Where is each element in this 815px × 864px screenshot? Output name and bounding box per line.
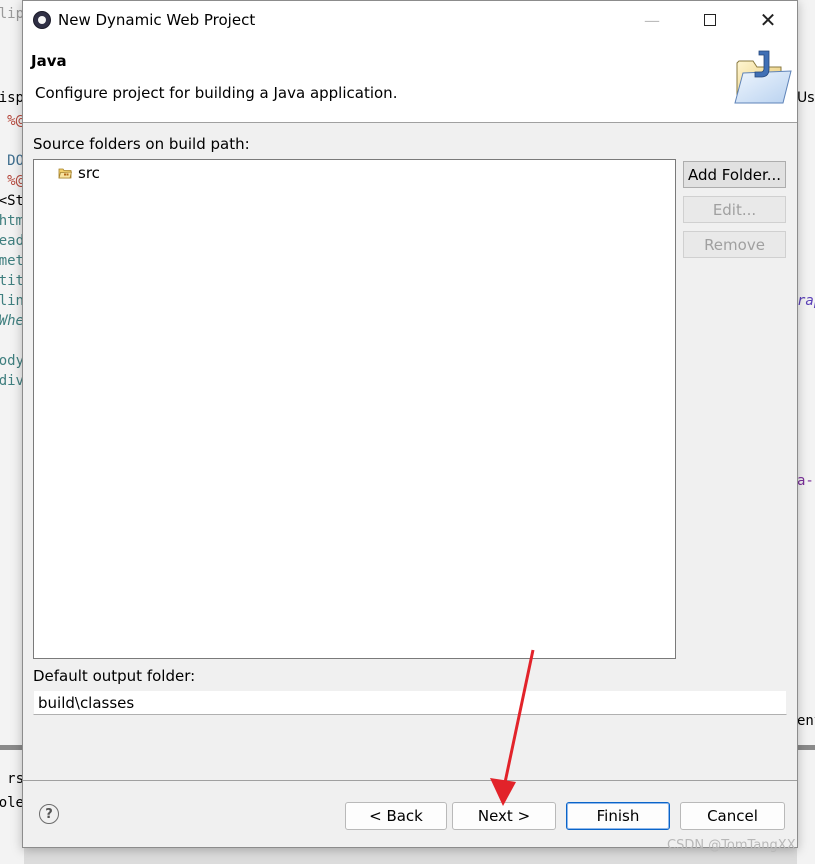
bg-fragment: rap [797, 293, 815, 309]
output-folder-label: Default output folder: [33, 667, 196, 685]
bg-fragment: Whe [0, 313, 24, 329]
cancel-button[interactable]: Cancel [680, 802, 785, 830]
output-folder-field[interactable]: build\classes [33, 690, 787, 715]
bg-fragment: div [0, 373, 24, 389]
bg-divider [797, 745, 815, 750]
bg-fragment: head [0, 233, 24, 249]
bg-fragment: Us [797, 90, 815, 106]
tree-item-src[interactable]: src [58, 164, 100, 182]
bg-fragment: isp [0, 90, 24, 106]
remove-button[interactable]: Remove [683, 231, 786, 258]
close-button[interactable]: ✕ [739, 1, 797, 39]
background-editor-right: Us rap a- ent [797, 0, 815, 864]
bg-fragment: met [0, 253, 24, 269]
maximize-button[interactable] [681, 1, 739, 39]
new-dynamic-web-project-dialog: New Dynamic Web Project — ✕ Java Configu… [22, 0, 798, 848]
bg-fragment: body [0, 353, 24, 369]
bg-divider [0, 745, 24, 750]
finish-button[interactable]: Finish [566, 802, 670, 830]
minimize-icon: — [644, 10, 660, 30]
bg-fragment: <St [0, 193, 24, 209]
back-button[interactable]: < Back [345, 802, 447, 830]
page-description: Configure project for building a Java ap… [35, 84, 398, 102]
watermark: CSDN @TomTangXX [667, 838, 796, 853]
source-folders-list[interactable]: src [33, 159, 676, 659]
close-icon: ✕ [759, 8, 777, 32]
window-title: New Dynamic Web Project [58, 11, 256, 29]
bg-fragment: a- [797, 473, 814, 489]
java-folder-wizard-icon [734, 50, 792, 104]
maximize-icon [704, 14, 716, 26]
bg-fragment: ole [0, 795, 24, 811]
wizard-banner: Java Configure project for building a Ja… [23, 39, 797, 123]
package-folder-icon [58, 168, 72, 179]
tree-item-label: src [78, 164, 100, 182]
add-folder-button[interactable]: Add Folder... [683, 161, 786, 188]
next-button[interactable]: Next > [452, 802, 556, 830]
bg-fragment: htm [0, 213, 24, 229]
bg-fragment: clip [0, 6, 24, 22]
help-icon[interactable]: ? [39, 804, 59, 824]
footer-separator [23, 780, 797, 781]
eclipse-icon [33, 11, 51, 29]
page-title: Java [31, 52, 67, 70]
title-bar: New Dynamic Web Project — ✕ [23, 1, 797, 39]
source-folders-label: Source folders on build path: [33, 135, 250, 153]
bg-fragment: tit [0, 273, 24, 289]
background-editor-left: clip isp %@ DO %@ <St htm head met tit l… [0, 0, 24, 864]
bg-fragment: ent [797, 713, 815, 729]
edit-button[interactable]: Edit... [683, 196, 786, 223]
bg-fragment: lin [0, 293, 24, 309]
minimize-button[interactable]: — [623, 1, 681, 39]
